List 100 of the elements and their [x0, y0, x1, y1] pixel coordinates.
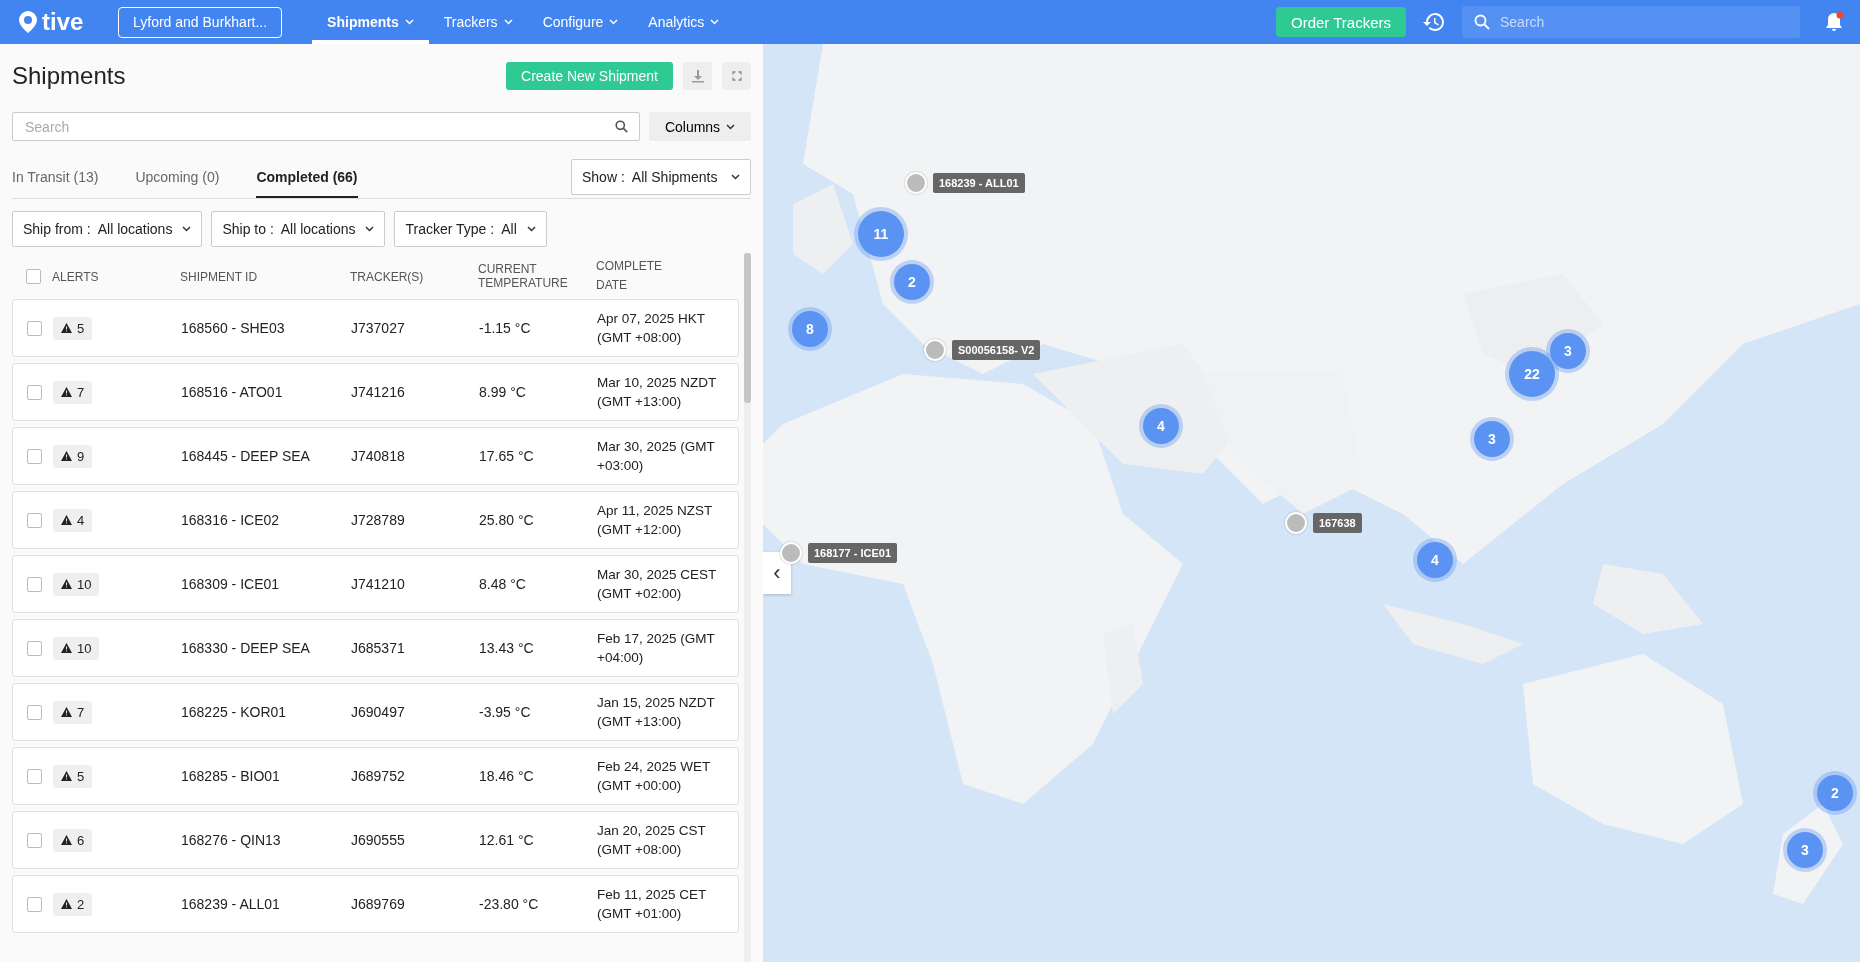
alert-count-badge: 4: [53, 508, 93, 532]
columns-dropdown[interactable]: Columns: [649, 112, 751, 141]
shipment-id: 168316 - ICE02: [181, 512, 280, 528]
row-checkbox[interactable]: [27, 448, 42, 464]
tracker-id: J737027: [351, 320, 405, 336]
search-field[interactable]: Search: [12, 112, 640, 141]
shipment-id: 168516 - ATO01: [181, 384, 283, 400]
expand-icon: [731, 71, 742, 81]
status-tab[interactable]: In Transit (13): [12, 158, 99, 198]
row-checkbox[interactable]: [27, 832, 42, 848]
fullscreen-button[interactable]: [722, 62, 751, 90]
tracker-id: J689752: [351, 768, 405, 784]
caret-icon: [609, 19, 619, 25]
temperature: 12.61 °C: [479, 832, 534, 848]
tracker-id: J741216: [351, 384, 405, 400]
bell-icon[interactable]: [1824, 10, 1846, 34]
alert-count-badge: 10: [53, 636, 100, 660]
collapse-panel-button[interactable]: ‹: [763, 552, 791, 594]
temperature: 8.99 °C: [479, 384, 526, 400]
shipment-row[interactable]: 4 168316 - ICE02 J728789 25.80 °C Apr 11, 2025 NZST (GMT +12:00): [12, 491, 739, 549]
shipment-map-label[interactable]: 167638: [1313, 513, 1362, 533]
download-icon: [690, 69, 705, 83]
filter-dropdown[interactable]: Ship to : All locations: [211, 211, 386, 247]
caret-icon: [503, 19, 513, 25]
shipment-row[interactable]: 10 168309 - ICE01 J741210 8.48 °C Mar 30, 2025 CEST (GMT +02:00): [12, 555, 739, 613]
shipment-map-label[interactable]: S00056158- V2: [952, 340, 1041, 360]
shipment-id: 168285 - BIO01: [181, 768, 280, 784]
caret-icon: [365, 226, 375, 232]
complete-date: Feb 24, 2025 WET (GMT +00:00): [597, 759, 711, 793]
temperature: 13.43 °C: [479, 640, 534, 656]
search-field[interactable]: Search: [1462, 6, 1800, 38]
temperature: -1.15 °C: [479, 320, 531, 336]
shipment-id: 168225 - KOR01: [181, 704, 287, 720]
account-selector[interactable]: Lyford and Burkhart...: [118, 6, 283, 38]
shipment-id: 168309 - ICE01: [181, 576, 280, 592]
column-header: SHIPMENT ID: [180, 270, 259, 284]
alert-count-badge: 5: [53, 316, 93, 340]
shipment-row[interactable]: 5 168560 - SHE03 J737027 -1.15 °C Apr 07, 2025 HKT (GMT +08:00): [12, 299, 739, 357]
row-checkbox[interactable]: [27, 576, 42, 592]
row-checkbox[interactable]: [27, 320, 42, 336]
row-checkbox[interactable]: [27, 896, 42, 912]
tracker-id: J740818: [351, 448, 405, 464]
row-checkbox[interactable]: [27, 640, 42, 656]
complete-date: Jan 15, 2025 NZDT (GMT +13:00): [597, 695, 715, 729]
complete-date: Mar 10, 2025 NZDT (GMT +13:00): [597, 375, 717, 409]
alert-count-badge: 6: [53, 828, 93, 852]
tracker-id: J690497: [351, 704, 405, 720]
page-title: Shipments: [12, 62, 126, 90]
complete-date: Mar 30, 2025 (GMT +03:00): [597, 439, 715, 473]
tracker-id: J741210: [351, 576, 405, 592]
shipment-map-label[interactable]: 168239 - ALL01: [933, 173, 1025, 193]
scrollbar-thumb[interactable]: [744, 253, 751, 403]
shipment-id: 168445 - DEEP SEA: [181, 448, 310, 464]
tracker-id: J728789: [351, 512, 405, 528]
row-checkbox[interactable]: [27, 512, 42, 528]
history-icon[interactable]: [1422, 10, 1446, 34]
shipment-id: 168239 - ALL01: [181, 896, 280, 912]
alert-count-badge: 5: [53, 764, 93, 788]
download-button[interactable]: [683, 62, 712, 90]
alert-count-badge: 2: [53, 892, 93, 916]
filter-dropdown[interactable]: Ship from : All locations: [12, 211, 203, 247]
caret-icon: [710, 19, 720, 25]
alert-count-badge: 9: [53, 444, 93, 468]
shipment-id: 168276 - QIN13: [181, 832, 281, 848]
shipment-row[interactable]: 7 168225 - KOR01 J690497 -3.95 °C Jan 15, 2025 NZDT (GMT +13:00): [12, 683, 739, 741]
caret-icon: [526, 226, 536, 232]
shipment-row[interactable]: 10 168330 - DEEP SEA J685371 13.43 °C Feb 17, 2025 (GMT +04:00): [12, 619, 739, 677]
column-header: ALERTS: [52, 270, 100, 284]
temperature: 8.48 °C: [479, 576, 526, 592]
shipment-row[interactable]: 9 168445 - DEEP SEA J740818 17.65 °C Mar 30, 2025 (GMT +03:00): [12, 427, 739, 485]
caret-icon: [404, 19, 414, 25]
column-header: CURRENT TEMPERATURE: [478, 261, 569, 290]
nav-menu[interactable]: Configure: [527, 0, 634, 44]
shipment-row[interactable]: 6 168276 - QIN13 J690555 12.61 °C Jan 20, 2025 CST (GMT +08:00): [12, 811, 739, 869]
shipment-id: 168560 - SHE03: [181, 320, 285, 336]
status-tab[interactable]: Upcoming (0): [135, 158, 220, 198]
temperature: 25.80 °C: [479, 512, 534, 528]
shipment-row[interactable]: 2 168239 - ALL01 J689769 -23.80 °C Feb 11, 2025 CET (GMT +01:00): [12, 875, 739, 933]
alert-count-badge: 7: [53, 380, 93, 404]
filter-dropdown[interactable]: Tracker Type : All: [394, 211, 547, 247]
nav-menu[interactable]: Analytics: [633, 0, 735, 44]
row-checkbox[interactable]: [27, 704, 42, 720]
temperature: 17.65 °C: [479, 448, 534, 464]
select-all-checkbox[interactable]: [26, 268, 41, 284]
temperature: -3.95 °C: [479, 704, 531, 720]
row-checkbox[interactable]: [27, 384, 42, 400]
column-header: TRACKER(S): [350, 270, 425, 284]
row-checkbox[interactable]: [27, 768, 42, 784]
nav-menu[interactable]: Trackers: [428, 0, 528, 44]
complete-date: Mar 30, 2025 CEST (GMT +02:00): [597, 567, 717, 601]
shipment-map-label[interactable]: 168177 - ICE01: [808, 543, 898, 563]
complete-date: Feb 11, 2025 CET (GMT +01:00): [597, 887, 707, 921]
tracker-id: J689769: [351, 896, 405, 912]
caret-icon: [726, 123, 736, 130]
shipment-row[interactable]: 7 168516 - ATO01 J741216 8.99 °C Mar 10, 2025 NZDT (GMT +13:00): [12, 363, 739, 421]
shipment-row[interactable]: 5 168285 - BIO01 J689752 18.46 °C Feb 24, 2025 WET (GMT +00:00): [12, 747, 739, 805]
complete-date: Feb 17, 2025 (GMT +04:00): [597, 631, 715, 665]
show-dropdown[interactable]: Show : All Shipments: [571, 159, 751, 195]
status-tab[interactable]: Completed (66): [256, 158, 358, 198]
complete-date: Jan 20, 2025 CST (GMT +08:00): [597, 823, 706, 857]
